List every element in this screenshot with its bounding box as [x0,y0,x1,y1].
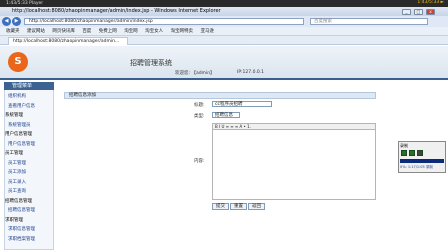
system-title: 招聘管理系统 [130,59,172,67]
record-button[interactable] [401,150,407,156]
favorites-item[interactable]: 建议网站 [27,29,45,34]
menu-group-label: 招聘信息管理 [5,198,32,204]
favorites-item[interactable]: 收藏夹 [6,29,20,34]
recorder-waveform [400,159,444,163]
title-label: 标题: [194,103,205,108]
app-logo: S [8,52,28,72]
type-select[interactable]: 招聘信息 [212,112,240,118]
pause-button[interactable] [409,150,415,156]
close-button[interactable]: x [426,9,435,15]
menu-item[interactable]: 求职档案管理 [8,236,35,242]
menu-group-label: 系统管理 [5,113,23,118]
address-input[interactable]: http://localhost:8080/zhaopinmanager/adm… [24,18,304,25]
menu-item[interactable]: 系统管理员 [8,122,31,128]
back-icon[interactable]: ◀ [2,17,11,26]
maximize-button[interactable]: □ [414,9,423,15]
menu-item[interactable]: 员工管理 [8,160,26,166]
menu-group-label: 求职管理 [5,217,23,223]
favorites-item[interactable]: 免费上网 [99,29,117,34]
menu-item[interactable]: 员工录入 [8,179,26,185]
search-input[interactable]: 百度搜索 [310,18,428,25]
reset-button[interactable]: 重置 [230,203,247,210]
recorder-title: 录制 [400,143,408,148]
app-header [0,46,448,80]
menu-group-label: 用户信息管理 [5,132,32,137]
menu-item[interactable]: 员工查询 [8,188,26,194]
favorites-bar: 收藏夹 建议网站 网页快讯库 百度 免费上网 淘宝网 淘宝女人 淘宝网特卖 亚马… [0,27,448,36]
content-label: 内容: [194,159,205,164]
menu-item[interactable]: 组织机构 [8,93,26,99]
menu-item[interactable]: 求职信息管理 [8,226,35,232]
forward-icon[interactable]: ▶ [12,17,21,26]
favorites-item[interactable]: 百度 [82,29,91,34]
menu-group-label: 员工管理 [5,151,23,156]
favorites-item[interactable]: 淘宝女人 [145,29,163,34]
title-input[interactable]: cc程序员招聘 [212,101,272,107]
submit-button[interactable]: 提交 [212,203,229,210]
content-editor[interactable] [212,130,376,200]
player-title-bar: 1:43/5:33 Player [0,0,448,7]
menu-item[interactable]: 查看用户信息 [8,103,35,109]
ip-address: IP:127.0.0.1 [237,70,265,75]
stop-button[interactable] [417,150,423,156]
recorder-status: 0%: 1:17/1:05 录制 [400,165,433,169]
player-time-indicator: 1:43/5:33 ► [417,0,444,5]
form-header: 招聘信息添加 [64,92,376,99]
favorites-item[interactable]: 淘宝网特卖 [171,29,194,34]
editor-toolbar[interactable]: B I U ≡ ≡ ≡ A • 1. [212,123,376,130]
minimize-button[interactable]: _ [402,9,411,15]
favorites-item[interactable]: 网页快讯库 [52,29,75,34]
menu-item[interactable]: 员工添加 [8,169,26,175]
browser-window-title: http://localhost:8080/zhaopinmanager/adm… [0,7,448,16]
back-button[interactable]: 返回 [248,203,265,210]
menu-item[interactable]: 用户信息管理 [8,141,35,147]
browser-tab[interactable]: http://localhost:8080/zhaopinmanager/adm… [8,37,128,45]
favorites-item[interactable]: 亚马逊 [201,29,215,34]
favorites-item[interactable]: 淘宝网 [124,29,138,34]
type-label: 类型: [194,114,205,119]
welcome-text: 欢迎您: 【admin】 [175,71,215,76]
menu-item[interactable]: 招聘信息管理 [8,207,35,213]
menu-title: 管理菜单 [4,82,54,90]
